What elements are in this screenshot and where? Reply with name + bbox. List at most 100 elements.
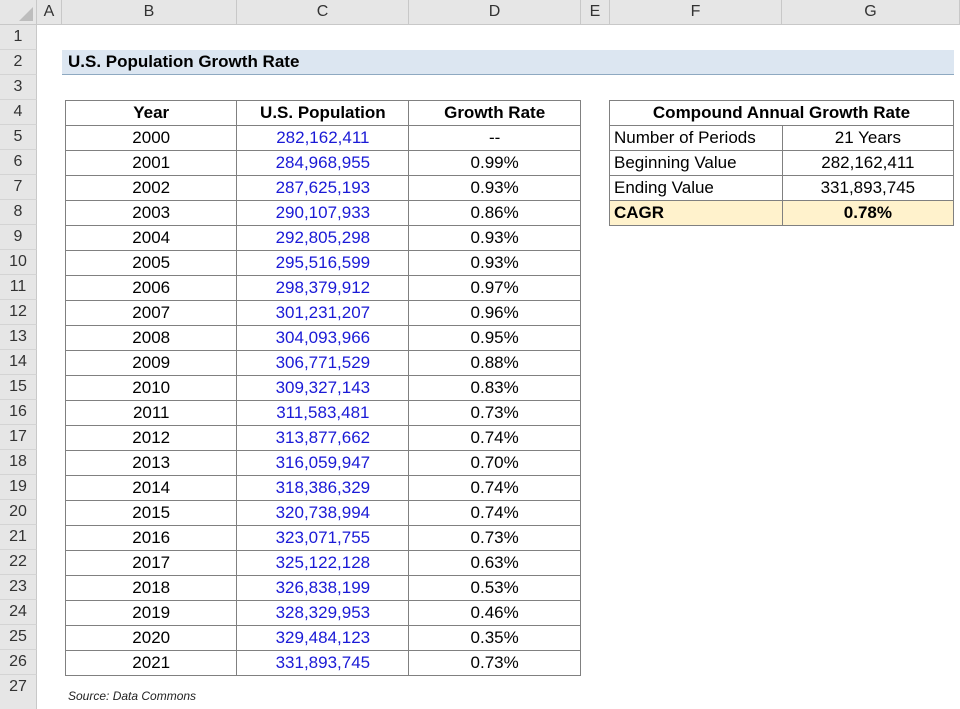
growth-rate-cell[interactable]: 0.83%: [408, 375, 581, 401]
row-header-27[interactable]: 27: [0, 675, 37, 709]
population-cell[interactable]: 284,968,955: [236, 150, 410, 176]
growth-rate-cell[interactable]: --: [408, 125, 581, 151]
ending-value[interactable]: 331,893,745: [781, 175, 955, 201]
row-header-8[interactable]: 8: [0, 200, 37, 225]
row-header-19[interactable]: 19: [0, 475, 37, 500]
row-header-24[interactable]: 24: [0, 600, 37, 625]
row-header-20[interactable]: 20: [0, 500, 37, 525]
row-header-15[interactable]: 15: [0, 375, 37, 400]
year-cell[interactable]: 2004: [64, 225, 238, 251]
row-header-1[interactable]: 1: [0, 25, 37, 50]
growth-rate-cell[interactable]: 0.70%: [408, 450, 581, 476]
column-header-g[interactable]: G: [782, 0, 960, 25]
population-cell[interactable]: 309,327,143: [236, 375, 410, 401]
growth-rate-cell[interactable]: 0.74%: [408, 500, 581, 526]
year-cell[interactable]: 2021: [64, 650, 238, 676]
year-cell[interactable]: 2016: [64, 525, 238, 551]
year-cell[interactable]: 2018: [64, 575, 238, 601]
year-cell[interactable]: 2019: [64, 600, 238, 626]
row-header-3[interactable]: 3: [0, 75, 37, 100]
growth-rate-cell[interactable]: 0.74%: [408, 425, 581, 451]
row-header-18[interactable]: 18: [0, 450, 37, 475]
cagr-value[interactable]: 0.78%: [781, 200, 955, 226]
population-cell[interactable]: 290,107,933: [236, 200, 410, 226]
periods-value[interactable]: 21 Years: [781, 125, 955, 151]
column-header-e[interactable]: E: [581, 0, 610, 25]
year-cell[interactable]: 2000: [64, 125, 238, 151]
column-header-d[interactable]: D: [409, 0, 581, 25]
beginning-value[interactable]: 282,162,411: [781, 150, 955, 176]
population-cell[interactable]: 287,625,193: [236, 175, 410, 201]
row-header-23[interactable]: 23: [0, 575, 37, 600]
growth-rate-cell[interactable]: 0.35%: [408, 625, 581, 651]
sheet-title-cell[interactable]: U.S. Population Growth Rate: [62, 50, 954, 75]
row-header-9[interactable]: 9: [0, 225, 37, 250]
row-header-17[interactable]: 17: [0, 425, 37, 450]
row-header-10[interactable]: 10: [0, 250, 37, 275]
row-header-14[interactable]: 14: [0, 350, 37, 375]
beginning-value-label[interactable]: Beginning Value: [609, 150, 783, 176]
population-cell[interactable]: 282,162,411: [236, 125, 410, 151]
select-all-button[interactable]: [0, 0, 37, 25]
year-cell[interactable]: 2013: [64, 450, 238, 476]
year-cell[interactable]: 2006: [64, 275, 238, 301]
periods-label[interactable]: Number of Periods: [609, 125, 783, 151]
growth-rate-cell[interactable]: 0.88%: [408, 350, 581, 376]
growth-rate-cell[interactable]: 0.97%: [408, 275, 581, 301]
population-cell[interactable]: 306,771,529: [236, 350, 410, 376]
growth-rate-cell[interactable]: 0.53%: [408, 575, 581, 601]
column-header-a[interactable]: A: [37, 0, 62, 25]
population-cell[interactable]: 326,838,199: [236, 575, 410, 601]
population-cell[interactable]: 325,122,128: [236, 550, 410, 576]
row-header-7[interactable]: 7: [0, 175, 37, 200]
row-header-22[interactable]: 22: [0, 550, 37, 575]
cagr-header[interactable]: Compound Annual Growth Rate: [609, 100, 954, 126]
population-cell[interactable]: 331,893,745: [236, 650, 410, 676]
header-population[interactable]: U.S. Population: [236, 100, 410, 126]
growth-rate-cell[interactable]: 0.95%: [408, 325, 581, 351]
year-cell[interactable]: 2007: [64, 300, 238, 326]
year-cell[interactable]: 2009: [64, 350, 238, 376]
population-cell[interactable]: 301,231,207: [236, 300, 410, 326]
population-cell[interactable]: 329,484,123: [236, 625, 410, 651]
growth-rate-cell[interactable]: 0.46%: [408, 600, 581, 626]
growth-rate-cell[interactable]: 0.93%: [408, 175, 581, 201]
population-cell[interactable]: 292,805,298: [236, 225, 410, 251]
growth-rate-cell[interactable]: 0.63%: [408, 550, 581, 576]
growth-rate-cell[interactable]: 0.96%: [408, 300, 581, 326]
year-cell[interactable]: 2011: [64, 400, 238, 426]
source-note[interactable]: Source: Data Commons: [68, 689, 196, 703]
population-cell[interactable]: 320,738,994: [236, 500, 410, 526]
population-cell[interactable]: 328,329,953: [236, 600, 410, 626]
column-header-c[interactable]: C: [237, 0, 409, 25]
row-header-5[interactable]: 5: [0, 125, 37, 150]
row-header-6[interactable]: 6: [0, 150, 37, 175]
row-header-16[interactable]: 16: [0, 400, 37, 425]
growth-rate-cell[interactable]: 0.93%: [408, 250, 581, 276]
row-header-13[interactable]: 13: [0, 325, 37, 350]
growth-rate-cell[interactable]: 0.93%: [408, 225, 581, 251]
population-cell[interactable]: 313,877,662: [236, 425, 410, 451]
row-header-21[interactable]: 21: [0, 525, 37, 550]
population-cell[interactable]: 295,516,599: [236, 250, 410, 276]
year-cell[interactable]: 2002: [64, 175, 238, 201]
ending-value-label[interactable]: Ending Value: [609, 175, 783, 201]
cagr-label[interactable]: CAGR: [609, 200, 783, 226]
column-header-f[interactable]: F: [610, 0, 782, 25]
population-cell[interactable]: 304,093,966: [236, 325, 410, 351]
population-cell[interactable]: 298,379,912: [236, 275, 410, 301]
header-growth-rate[interactable]: Growth Rate: [408, 100, 581, 126]
year-cell[interactable]: 2020: [64, 625, 238, 651]
year-cell[interactable]: 2001: [64, 150, 238, 176]
growth-rate-cell[interactable]: 0.99%: [408, 150, 581, 176]
growth-rate-cell[interactable]: 0.86%: [408, 200, 581, 226]
header-year[interactable]: Year: [64, 100, 238, 126]
growth-rate-cell[interactable]: 0.74%: [408, 475, 581, 501]
population-cell[interactable]: 316,059,947: [236, 450, 410, 476]
column-header-b[interactable]: B: [62, 0, 237, 25]
year-cell[interactable]: 2012: [64, 425, 238, 451]
growth-rate-cell[interactable]: 0.73%: [408, 525, 581, 551]
row-header-25[interactable]: 25: [0, 625, 37, 650]
row-header-26[interactable]: 26: [0, 650, 37, 675]
year-cell[interactable]: 2017: [64, 550, 238, 576]
